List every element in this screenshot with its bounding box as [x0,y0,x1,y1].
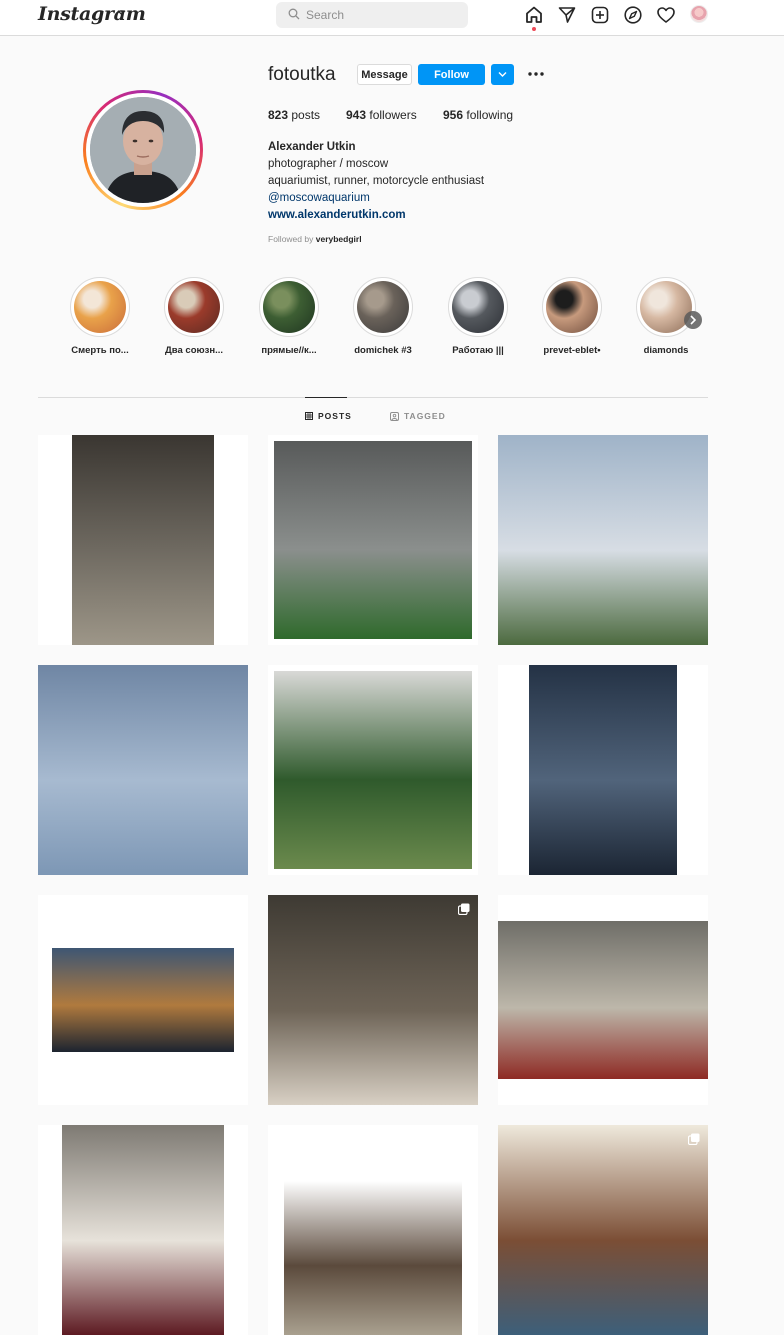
highlight-cover [542,277,602,337]
following-stat[interactable]: 956 following [443,108,513,122]
post-image [498,921,708,1079]
followed-by[interactable]: Followed by verybedgirl [268,234,362,244]
post-thumbnail[interactable] [38,895,248,1105]
profile-avatar-mini[interactable] [690,5,708,23]
carousel-icon [458,903,470,915]
post-thumbnail[interactable] [38,1125,248,1335]
post-image [284,1181,462,1335]
highlight-cover [70,277,130,337]
highlight-image [168,281,220,333]
highlight-item[interactable]: Работаю ||| [433,277,523,356]
highlight-label: Смерть по... [71,345,129,356]
post-image [274,441,472,639]
highlight-cover [259,277,319,337]
post-thumbnail[interactable] [498,895,708,1105]
highlight-label: прямые//к... [261,345,317,356]
post-image [498,1125,708,1335]
post-image [268,895,478,1105]
search-input[interactable] [306,6,456,24]
profile-picture[interactable] [83,90,203,210]
highlight-image [357,281,409,333]
tab-posts[interactable]: POSTS [305,411,352,421]
search-box[interactable] [276,2,468,28]
highlight-image [263,281,315,333]
post-thumbnail[interactable] [268,665,478,875]
post-thumbnail[interactable] [268,895,478,1105]
portrait-image [90,97,196,203]
post-image [62,1125,224,1335]
grid-icon [305,412,313,420]
profile-bio: Alexander Utkin photographer / moscow aq… [268,139,484,224]
chevron-down-icon[interactable] [117,8,126,17]
highlight-cover [448,277,508,337]
chevron-down-icon [498,72,507,77]
tabs-divider [38,397,708,398]
bio-line: photographer / moscow [268,158,389,170]
profile-photo [90,97,196,203]
highlight-label: prevet-eblet• [543,345,601,356]
highlight-cover [353,277,413,337]
post-thumbnail[interactable] [38,435,248,645]
post-thumbnail[interactable] [498,1125,708,1335]
highlight-image [640,281,692,333]
highlight-item[interactable]: Два союзн... [149,277,239,356]
bio-mention-link[interactable]: @moscowaquarium [268,190,484,207]
search-icon [288,8,300,20]
highlight-item[interactable]: domichek #3 [338,277,428,356]
highlight-item[interactable]: Смерть по... [55,277,145,356]
tab-tagged[interactable]: TAGGED [390,411,446,421]
highlight-cover [164,277,224,337]
message-button[interactable]: Message [357,64,412,85]
profile-full-name: Alexander Utkin [268,141,356,153]
highlight-image [74,281,126,333]
highlight-label: diamonds [643,345,689,356]
post-thumbnail[interactable] [268,435,478,645]
bio-line: aquariumist, runner, motorcycle enthusia… [268,175,485,187]
ellipsis-icon[interactable] [526,66,546,82]
active-tab-indicator [305,397,347,398]
plus-square-icon[interactable] [590,5,610,25]
follow-button[interactable]: Follow [418,64,485,85]
post-thumbnail[interactable] [498,435,708,645]
post-image [52,948,234,1052]
heart-icon[interactable] [656,5,676,25]
highlights-next-button[interactable] [684,311,702,329]
post-thumbnail[interactable] [268,1125,478,1335]
instagram-logo[interactable]: Instagram [38,3,146,25]
highlight-item[interactable]: прямые//к... [244,277,334,356]
post-thumbnail[interactable] [38,665,248,875]
highlight-image [452,281,504,333]
post-image [529,665,677,875]
bio-website-link[interactable]: www.alexanderutkin.com [268,207,484,224]
highlight-label: domichek #3 [354,345,412,356]
post-thumbnail[interactable] [498,665,708,875]
top-navigation-bar: Instagram [0,0,784,36]
post-image [498,435,708,645]
highlight-label: Работаю ||| [452,345,504,356]
highlight-cover [636,277,696,337]
home-icon[interactable] [524,5,544,25]
chevron-right-icon [690,315,697,325]
notification-dot [532,27,536,31]
post-image [72,435,214,645]
suggested-dropdown-button[interactable] [491,64,514,85]
highlight-image [546,281,598,333]
profile-username: fotoutka [268,64,336,85]
post-image [38,665,248,875]
compass-icon[interactable] [623,5,643,25]
carousel-icon [688,1133,700,1145]
post-image [274,671,472,869]
highlight-label: Два союзн... [165,345,223,356]
posts-stat: 823 posts [268,108,321,122]
highlight-item[interactable]: prevet-eblet• [527,277,617,356]
tag-icon [390,411,399,421]
paper-plane-icon[interactable] [557,5,577,25]
followers-stat[interactable]: 943 followers [346,108,417,122]
